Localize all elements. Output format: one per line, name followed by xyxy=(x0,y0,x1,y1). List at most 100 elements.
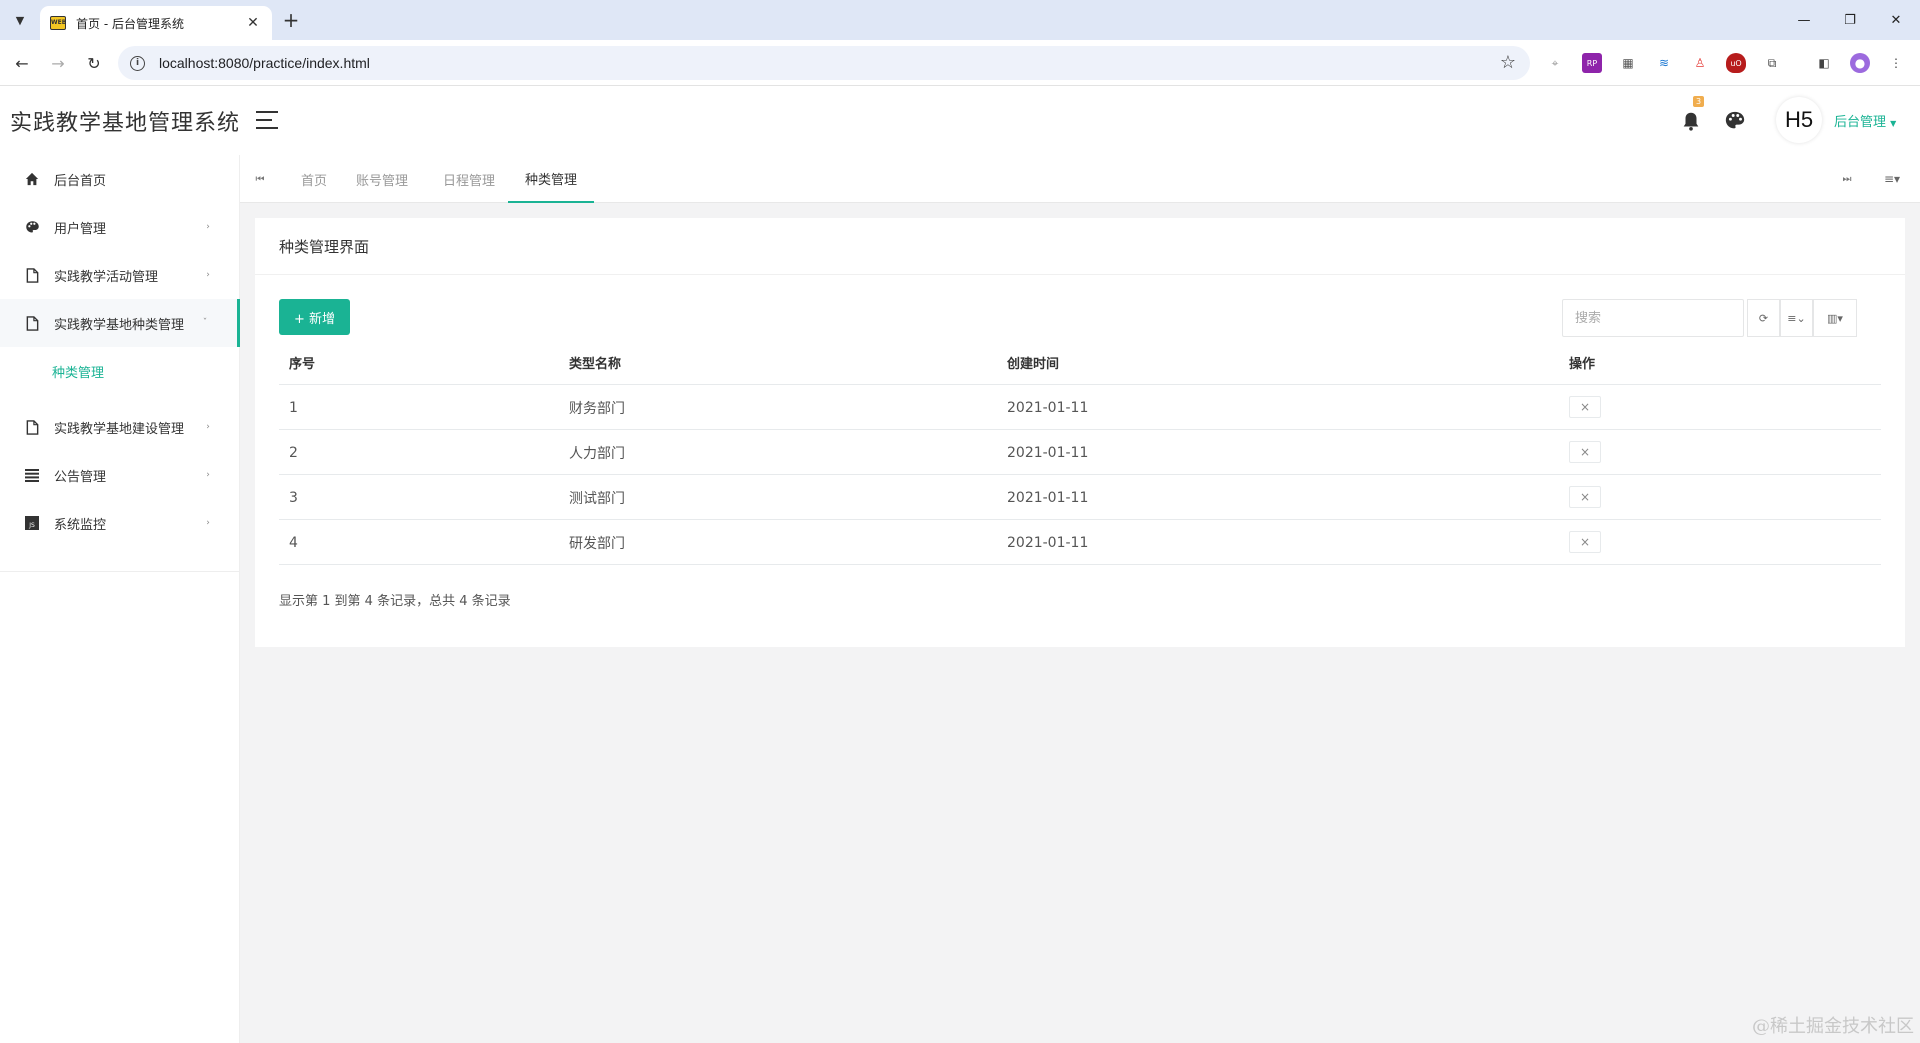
column-header-actions: 操作 xyxy=(1569,357,1596,372)
browser-tab[interactable]: WEB 首页 - 后台管理系统 ✕ xyxy=(40,6,272,40)
sidebar-item-monitoring[interactable]: JS 系统监控 › xyxy=(0,499,240,547)
palette-icon xyxy=(24,219,40,235)
address-bar[interactable]: i localhost:8080/practice/index.html ☆ xyxy=(118,46,1530,80)
bookmark-star-icon[interactable]: ☆ xyxy=(1500,52,1516,73)
sidebar-item-label: 系统监控 xyxy=(54,517,107,533)
window-close-icon[interactable]: ✕ xyxy=(1884,8,1908,32)
cell-index: 1 xyxy=(289,399,298,416)
sidebar-item-activities[interactable]: 实践教学活动管理 › xyxy=(0,251,240,299)
sidebar-item-label: 用户管理 xyxy=(54,221,107,237)
tab-type-management[interactable]: 种类管理 xyxy=(508,155,594,203)
delete-button[interactable]: × xyxy=(1569,441,1601,463)
extension-ublock-icon[interactable]: uO xyxy=(1726,53,1746,73)
extension-person-icon[interactable]: ♙ xyxy=(1690,53,1710,73)
tabs-options-menu-icon[interactable]: ≡▾ xyxy=(1878,169,1906,189)
browser-tab-strip: ▼ WEB 首页 - 后台管理系统 ✕ + — ❐ ✕ xyxy=(0,0,1920,40)
cell-type-name: 测试部门 xyxy=(569,490,625,507)
file-icon xyxy=(24,267,40,283)
cell-index: 3 xyxy=(289,489,298,506)
site-favicon-icon: WEB xyxy=(50,16,66,30)
sidebar-item-users[interactable]: 用户管理 › xyxy=(0,203,240,251)
types-table: 序号 类型名称 创建时间 操作 1 财务部门 2021-01-11 × 2 人力… xyxy=(279,340,1881,565)
delete-button[interactable]: × xyxy=(1569,531,1601,553)
column-header-created[interactable]: 创建时间 xyxy=(1007,340,1059,385)
cell-type-name: 财务部门 xyxy=(569,400,625,417)
forward-icon[interactable]: → xyxy=(46,51,70,75)
sidebar-item-home[interactable]: 后台首页 xyxy=(0,155,240,203)
table-row: 2 人力部门 2021-01-11 × xyxy=(279,430,1881,475)
table-row: 4 研发部门 2021-01-11 × xyxy=(279,520,1881,565)
tab-accounts[interactable]: 账号管理 xyxy=(346,155,418,203)
notification-bell-icon[interactable] xyxy=(1680,109,1702,133)
site-info-icon[interactable]: i xyxy=(130,55,145,71)
js-icon: JS xyxy=(24,515,40,531)
add-button[interactable]: + 新增 xyxy=(279,299,350,335)
extension-rp-icon[interactable]: RP xyxy=(1582,53,1602,73)
theme-palette-icon[interactable] xyxy=(1724,110,1746,132)
watermark: @稀土掘金技术社区 xyxy=(1752,1016,1914,1037)
cell-type-name: 研发部门 xyxy=(569,535,625,552)
table-header: 序号 类型名称 创建时间 操作 xyxy=(279,340,1881,385)
pagination-info: 显示第 1 到第 4 条记录，总共 4 条记录 xyxy=(279,594,511,609)
sidebar-item-announcements[interactable]: 公告管理 › xyxy=(0,451,240,499)
extension-cursor-icon[interactable]: ⌖ xyxy=(1545,53,1565,73)
url-text[interactable]: localhost:8080/practice/index.html xyxy=(159,55,370,71)
back-icon[interactable]: ← xyxy=(10,51,34,75)
table-row: 3 测试部门 2021-01-11 × xyxy=(279,475,1881,520)
sidebar-item-base-construction[interactable]: 实践教学基地建设管理 › xyxy=(0,403,240,451)
cell-created: 2021-01-11 xyxy=(1007,489,1089,506)
app-title: 实践教学基地管理系统 xyxy=(10,111,241,136)
side-panel-icon[interactable]: ◧ xyxy=(1814,53,1834,73)
file-icon xyxy=(24,419,40,435)
tabs-scroll-left-icon[interactable]: ⏮ xyxy=(250,169,270,189)
list-icon xyxy=(24,467,40,483)
type-management-panel: 种类管理界面 + 新增 ⟳ ≡⌄ ▥▾ 序号 类型名称 创建时间 操作 1 财务… xyxy=(255,218,1905,647)
column-header-index[interactable]: 序号 xyxy=(289,340,315,385)
extension-store-icon[interactable]: ▦ xyxy=(1618,53,1638,73)
close-tab-icon[interactable]: ✕ xyxy=(244,15,262,31)
chevron-right-icon: › xyxy=(206,422,210,432)
panel-title: 种类管理界面 xyxy=(279,238,370,256)
panel-divider xyxy=(255,274,1905,275)
menu-toggle-icon[interactable] xyxy=(256,111,278,129)
toggle-view-icon[interactable]: ≡⌄ xyxy=(1780,299,1813,337)
reload-icon[interactable]: ↻ xyxy=(82,51,106,75)
notification-count-badge: 3 xyxy=(1693,96,1704,107)
delete-button[interactable]: × xyxy=(1569,396,1601,418)
chevron-down-icon: ˇ xyxy=(202,318,208,328)
cell-created: 2021-01-11 xyxy=(1007,534,1089,551)
tab-home[interactable]: 首页 xyxy=(290,155,338,203)
tab-schedule[interactable]: 日程管理 xyxy=(433,155,505,203)
cell-index: 4 xyxy=(289,534,298,551)
extension-layers-icon[interactable]: ≋ xyxy=(1654,53,1674,73)
chevron-right-icon: › xyxy=(206,470,210,480)
refresh-icon[interactable]: ⟳ xyxy=(1747,299,1780,337)
sidebar-item-base-types[interactable]: 实践教学基地种类管理 ˇ xyxy=(0,299,240,347)
columns-dropdown-icon[interactable]: ▥▾ xyxy=(1813,299,1857,337)
chevron-right-icon: › xyxy=(206,270,210,280)
tab-search-chevron-icon[interactable]: ▼ xyxy=(8,8,32,32)
user-menu-dropdown[interactable]: 后台管理 ▼ xyxy=(1834,111,1896,130)
search-input[interactable] xyxy=(1562,299,1744,337)
sidebar-item-label: 公告管理 xyxy=(54,469,107,485)
browser-menu-icon[interactable]: ⋮ xyxy=(1886,53,1906,73)
table-row: 1 财务部门 2021-01-11 × xyxy=(279,385,1881,430)
sidebar: 后台首页 用户管理 › 实践教学活动管理 › 实践教学基地种类管理 ˇ 种类管理… xyxy=(0,155,240,1043)
user-avatar[interactable]: H5 xyxy=(1776,97,1822,143)
column-header-type-name[interactable]: 类型名称 xyxy=(569,340,621,385)
restore-icon[interactable]: ❐ xyxy=(1838,8,1862,32)
sidebar-item-label: 实践教学基地种类管理 xyxy=(54,317,185,333)
sidebar-subitem-type-management[interactable]: 种类管理 xyxy=(0,351,240,391)
cell-created: 2021-01-11 xyxy=(1007,399,1089,416)
sidebar-item-label: 实践教学活动管理 xyxy=(54,269,159,285)
minimize-icon[interactable]: — xyxy=(1792,8,1816,32)
browser-tab-title: 首页 - 后台管理系统 xyxy=(76,16,184,31)
cell-index: 2 xyxy=(289,444,298,461)
tabs-scroll-right-icon[interactable]: ⏭ xyxy=(1837,169,1857,189)
profile-avatar-icon[interactable]: ● xyxy=(1850,53,1870,73)
chevron-right-icon: › xyxy=(206,222,210,232)
browser-toolbar: ← → ↻ i localhost:8080/practice/index.ht… xyxy=(0,40,1920,86)
delete-button[interactable]: × xyxy=(1569,486,1601,508)
new-tab-icon[interactable]: + xyxy=(279,8,303,32)
extensions-puzzle-icon[interactable]: ⧉ xyxy=(1762,53,1782,73)
